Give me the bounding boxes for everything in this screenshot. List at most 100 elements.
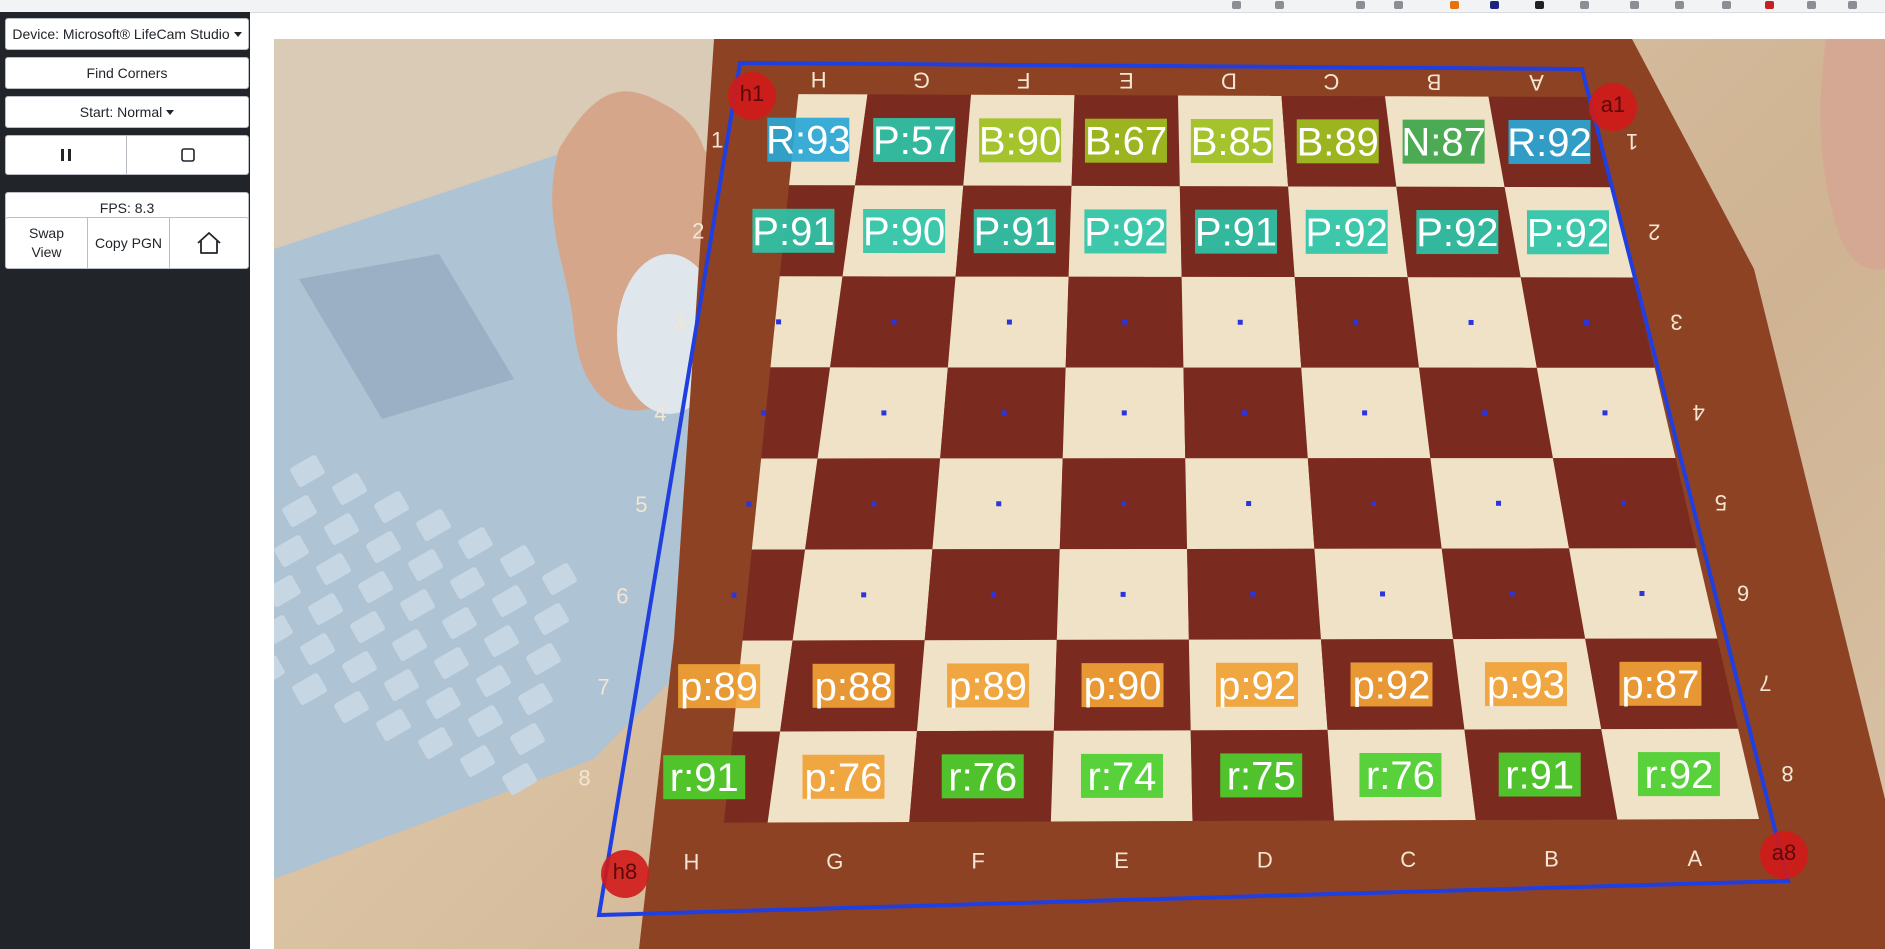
rank-label: 2	[692, 219, 704, 244]
file-label: A	[1688, 846, 1703, 871]
detection-label: r:76	[948, 755, 1017, 799]
sidebar: Device: Microsoft® LifeCam Studio Find C…	[0, 12, 250, 949]
corner-marker-label: h1	[740, 81, 764, 106]
stop-button[interactable]	[127, 136, 248, 174]
home-button[interactable]	[170, 218, 248, 268]
empty-square-dot	[1122, 319, 1128, 325]
empty-square-dot	[1620, 500, 1626, 506]
extension-icon[interactable]	[1535, 1, 1544, 9]
rank-label-mirrored: 1	[1626, 129, 1638, 154]
detection-label: r:75	[1227, 754, 1296, 798]
rank-label: 5	[635, 492, 647, 517]
empty-square-dot	[1482, 410, 1488, 416]
empty-square-dot	[1353, 319, 1359, 325]
empty-square-dot	[1362, 410, 1368, 416]
detection-label: p:87	[1622, 663, 1700, 707]
file-label: H	[684, 850, 700, 875]
find-corners-button[interactable]: Find Corners	[5, 57, 249, 89]
extension-icon[interactable]	[1807, 1, 1816, 9]
empty-square-dot	[881, 410, 887, 416]
detection-label: r:76	[1366, 754, 1435, 798]
rank-label-mirrored: 5	[1715, 490, 1727, 515]
empty-square-dot	[1371, 500, 1377, 506]
empty-square-dot	[1121, 410, 1127, 416]
extension-icon[interactable]	[1356, 1, 1365, 9]
empty-square-dot	[1509, 591, 1515, 597]
detection-label: p:88	[815, 665, 893, 709]
player-hand-right	[1820, 39, 1885, 270]
rank-label: 6	[616, 583, 628, 608]
camera-feed-canvas: 1 1 2 2 3 3 4 4 5 5 6 6 7 7 8 8 H H G G F F E E D D C C B B A A h1 a1 h8 a…	[274, 39, 1885, 949]
detection-label: P:92	[1084, 210, 1166, 254]
empty-square-dot	[1121, 501, 1127, 507]
detection-label: B:89	[1297, 120, 1379, 164]
view-controls: Swap View Copy PGN	[5, 217, 249, 269]
detection-label: p:90	[1084, 664, 1162, 708]
rank-label: 8	[578, 766, 590, 791]
detection-label: B:90	[979, 119, 1061, 163]
detection-label: r:91	[670, 756, 739, 800]
detection-label: P:92	[1527, 211, 1609, 255]
chevron-down-icon	[166, 109, 175, 115]
extension-icon[interactable]	[1275, 1, 1284, 9]
file-label-mirrored: G	[913, 67, 930, 92]
detection-label: B:67	[1085, 120, 1167, 164]
extension-icon[interactable]	[1490, 1, 1499, 9]
file-label-mirrored: A	[1529, 70, 1544, 95]
copy-pgn-label: Copy PGN	[95, 234, 162, 251]
empty-square-dot	[996, 501, 1002, 507]
home-icon	[197, 232, 221, 254]
rank-label-mirrored: 4	[1693, 400, 1705, 425]
chessboard-squares	[711, 94, 1759, 823]
extension-icon[interactable]	[1765, 1, 1774, 9]
rank-label: 4	[654, 401, 666, 426]
pause-button[interactable]	[6, 136, 127, 174]
file-label: F	[971, 848, 984, 873]
rank-label-mirrored: 3	[1670, 310, 1682, 335]
extension-icon[interactable]	[1675, 1, 1684, 9]
device-select-button[interactable]: Device: Microsoft® LifeCam Studio	[5, 18, 249, 50]
start-mode-button[interactable]: Start: Normal	[5, 96, 249, 128]
extension-icon[interactable]	[1630, 1, 1639, 9]
extension-icon[interactable]	[1722, 1, 1731, 9]
empty-square-dot	[1380, 591, 1386, 597]
empty-square-dot	[1120, 591, 1126, 597]
menu-icon[interactable]	[1848, 1, 1857, 9]
empty-square-dot	[1250, 591, 1256, 597]
corner-marker-label: a8	[1772, 840, 1796, 865]
file-label-mirrored: C	[1323, 69, 1339, 94]
extension-icon[interactable]	[1450, 1, 1459, 9]
detection-label: P:91	[752, 210, 834, 254]
fps-label: FPS: 8.3	[99, 200, 155, 216]
swap-view-label: Swap View	[28, 225, 65, 260]
empty-square-dot	[861, 592, 867, 598]
corner-marker-label: a1	[1601, 92, 1625, 117]
detection-label: r:74	[1088, 755, 1157, 799]
detection-label: R:92	[1507, 121, 1592, 165]
empty-square-dot	[891, 319, 897, 325]
empty-square-dot	[990, 592, 996, 598]
file-label: B	[1544, 846, 1559, 871]
detection-label: p:92	[1353, 663, 1431, 707]
detection-label: p:89	[949, 664, 1027, 708]
empty-square-dot	[1496, 500, 1502, 506]
detection-label: p:93	[1487, 663, 1565, 707]
empty-square-dot	[1583, 320, 1589, 326]
stop-icon	[180, 148, 195, 162]
rank-label: 7	[597, 674, 609, 699]
swap-view-button[interactable]: Swap View	[6, 218, 88, 268]
rank-label-mirrored: 8	[1781, 761, 1793, 786]
extension-icon[interactable]	[1580, 1, 1589, 9]
copy-pgn-button[interactable]: Copy PGN	[88, 218, 170, 268]
file-label: C	[1400, 847, 1416, 872]
detection-label: P:91	[974, 210, 1056, 254]
extension-icon[interactable]	[1232, 1, 1241, 9]
empty-square-dot	[1241, 410, 1247, 416]
empty-square-dot	[776, 319, 782, 325]
rank-label: 3	[673, 310, 685, 335]
rank-label-mirrored: 2	[1648, 219, 1660, 244]
camera-view: 1 1 2 2 3 3 4 4 5 5 6 6 7 7 8 8 H H G G F F E E D D C C B B A A h1 a1 h8 a…	[274, 39, 1885, 949]
bookmark-icon[interactable]	[1394, 1, 1403, 9]
file-label-mirrored: E	[1119, 68, 1134, 93]
detection-label: N:87	[1401, 121, 1486, 165]
